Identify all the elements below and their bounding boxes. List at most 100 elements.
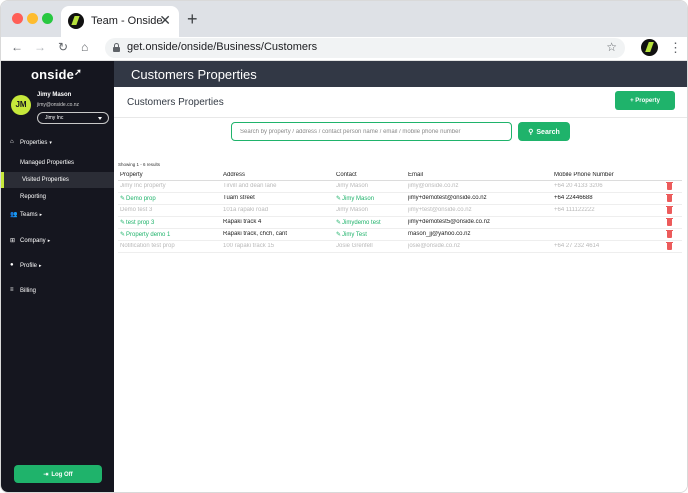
cell-contact[interactable]: ✎Jimy Mason [336,195,406,202]
url-text[interactable]: get.onside/onside/Business/Customers [127,41,317,53]
customers-table: Property Address Contact Email Mobile Ph… [118,169,682,253]
browser-window: Team - Onside ✕ + ← → ↻ ⌂ get.onside/ons… [0,0,688,493]
cell-phone: +64 20 4133 3206 [554,183,603,189]
trash-icon[interactable] [666,218,673,226]
main-header: Customers Properties [114,61,687,87]
cell-property[interactable]: ✎Property demo 1 [120,231,220,238]
cell-email: jimy+demotest@onside.co.nz [408,195,487,201]
sidebar-item-properties[interactable]: ⌂ Properties ▾ [1,135,114,151]
sidebar-item-reporting[interactable]: Reporting [1,189,114,205]
sidebar: onside➚ JM Jimy Mason jimy@onside.co.nz … [1,61,114,492]
lock-icon [113,43,120,52]
tab-title: Team - Onside [91,15,163,27]
cell-contact[interactable]: ✎Jimy Test [336,231,406,238]
caret-right-icon: ▸ [47,238,51,244]
home-icon[interactable]: ⌂ [81,40,88,54]
page-title: Customers Properties [127,97,224,108]
browser-menu-icon[interactable]: ⋮ [669,40,682,56]
sidebar-item-visited-properties[interactable]: Visited Properties [1,172,114,188]
home-icon: ⌂ [10,139,14,145]
tab-bar: Team - Onside ✕ + [1,1,687,37]
cell-address: 101a rapaki road [223,207,269,213]
business-select-value: Jimy Inc [45,115,64,121]
column-header-contact[interactable]: Contact [336,172,406,178]
sign-out-icon: ⇥ [43,471,49,478]
cell-contact[interactable]: ✎Jimydemo test [336,219,406,226]
table-row[interactable]: ✎Demo prop Tuam street ✎Jimy Mason jimy+dem… [118,193,682,205]
cell-contact: Jimy Mason [336,183,369,189]
table-row[interactable]: Jimy Inc property Tirvill and dean lane Ji… [118,181,682,193]
logo-arrow-icon: ➚ [74,67,82,77]
maximize-window-button[interactable] [42,13,53,24]
back-arrow-icon[interactable]: ← [11,40,23,54]
cell-contact: Jimy Mason [336,207,369,213]
onside-logo[interactable]: onside➚ [31,67,82,82]
results-count: Showing 1 - 6 results [118,162,161,167]
caret-right-icon: ▸ [39,212,43,218]
cell-email: mason_jj@yahoo.co.nz [408,231,471,237]
cell-phone: +64 27 232 4614 [554,243,600,249]
cell-address: Tuam street [223,195,255,201]
sidebar-item-company[interactable]: ⊞ Company ▸ [1,233,114,249]
table-row[interactable]: ✎test prop 3 Rapaki track 4 ✎Jimydemo test… [118,217,682,229]
cell-property[interactable]: ✎test prop 3 [120,219,220,226]
minimize-window-button[interactable] [27,13,38,24]
user-email: jimy@onside.co.nz [37,102,80,108]
log-off-button[interactable]: ⇥ Log Off [14,465,102,483]
cell-address: 100 rapaki track 15 [223,243,275,249]
trash-icon[interactable] [666,182,673,190]
cell-contact: Josie Grenfell [336,243,373,249]
column-header-property[interactable]: Property [120,172,220,178]
reload-icon[interactable]: ↻ [58,40,68,54]
new-tab-icon[interactable]: + [187,9,198,30]
sidebar-item-managed-properties[interactable]: Managed Properties [1,155,114,171]
search-button[interactable]: ⚲ Search [518,122,570,141]
user-name: Jimy Mason [37,92,72,98]
pencil-icon: ✎ [336,196,342,202]
sidebar-item-profile[interactable]: ● Profile ▸ [1,258,114,274]
table-body: Jimy Inc property Tirvill and dean lane Ji… [118,181,682,253]
trash-icon[interactable] [666,242,673,250]
business-select[interactable]: Jimy Inc [37,112,109,124]
table-row[interactable]: Notification test prop 100 rapaki track 1… [118,241,682,253]
onside-extension-icon[interactable] [641,39,658,56]
cell-email: josie@onside.co.nz [408,243,461,249]
add-property-button[interactable]: + Property [615,91,675,110]
divider [114,117,687,118]
user-icon: ● [10,262,14,268]
table-row[interactable]: ✎Property demo 1 Rapaki track, chch, cant… [118,229,682,241]
column-header-email[interactable]: Email [408,172,552,178]
cell-phone: +64 22446688 [554,195,593,201]
sidebar-item-billing[interactable]: ≡ Billing [1,283,114,299]
trash-icon[interactable] [666,194,673,202]
table-row[interactable]: Demo test 3 101a rapaki road Jimy Mason jim… [118,205,682,217]
cell-property[interactable]: ✎Demo prop [120,195,220,202]
cell-phone: +64 111122222 [554,207,595,213]
bookmark-star-icon[interactable]: ☆ [606,40,617,54]
sitemap-icon: ⊞ [10,238,16,244]
cell-email: jimy+demotest5@onside.co.nz [408,219,490,225]
search-icon: ⚲ [528,128,534,136]
pencil-icon: ✎ [336,232,342,238]
column-header-address[interactable]: Address [223,172,333,178]
tab-close-icon[interactable]: ✕ [159,12,171,29]
chevron-down-icon [98,117,102,120]
header-title: Customers Properties [131,67,257,82]
browser-tab[interactable]: Team - Onside ✕ [61,6,179,37]
search-input[interactable] [231,122,512,141]
forward-arrow-icon[interactable]: → [34,40,46,54]
trash-icon[interactable] [666,230,673,238]
sidebar-item-teams[interactable]: 👥 Teams ▸ [1,207,114,223]
cell-property: Demo test 3 [120,207,153,213]
onside-favicon-icon [68,13,84,29]
pencil-icon: ✎ [120,232,126,238]
column-header-mobile-phone[interactable]: Mobile Phone Number [554,172,654,178]
main-content: Customers Properties Customers Propertie… [114,61,687,492]
address-bar[interactable]: get.onside/onside/Business/Customers ☆ [105,38,625,58]
table-header: Property Address Contact Email Mobile Ph… [118,169,682,181]
cell-property: Notification test prop [120,243,175,249]
trash-icon[interactable] [666,206,673,214]
close-window-button[interactable] [12,13,23,24]
caret-right-icon: ▸ [39,263,42,269]
browser-toolbar: ← → ↻ ⌂ get.onside/onside/Business/Custo… [1,37,687,61]
